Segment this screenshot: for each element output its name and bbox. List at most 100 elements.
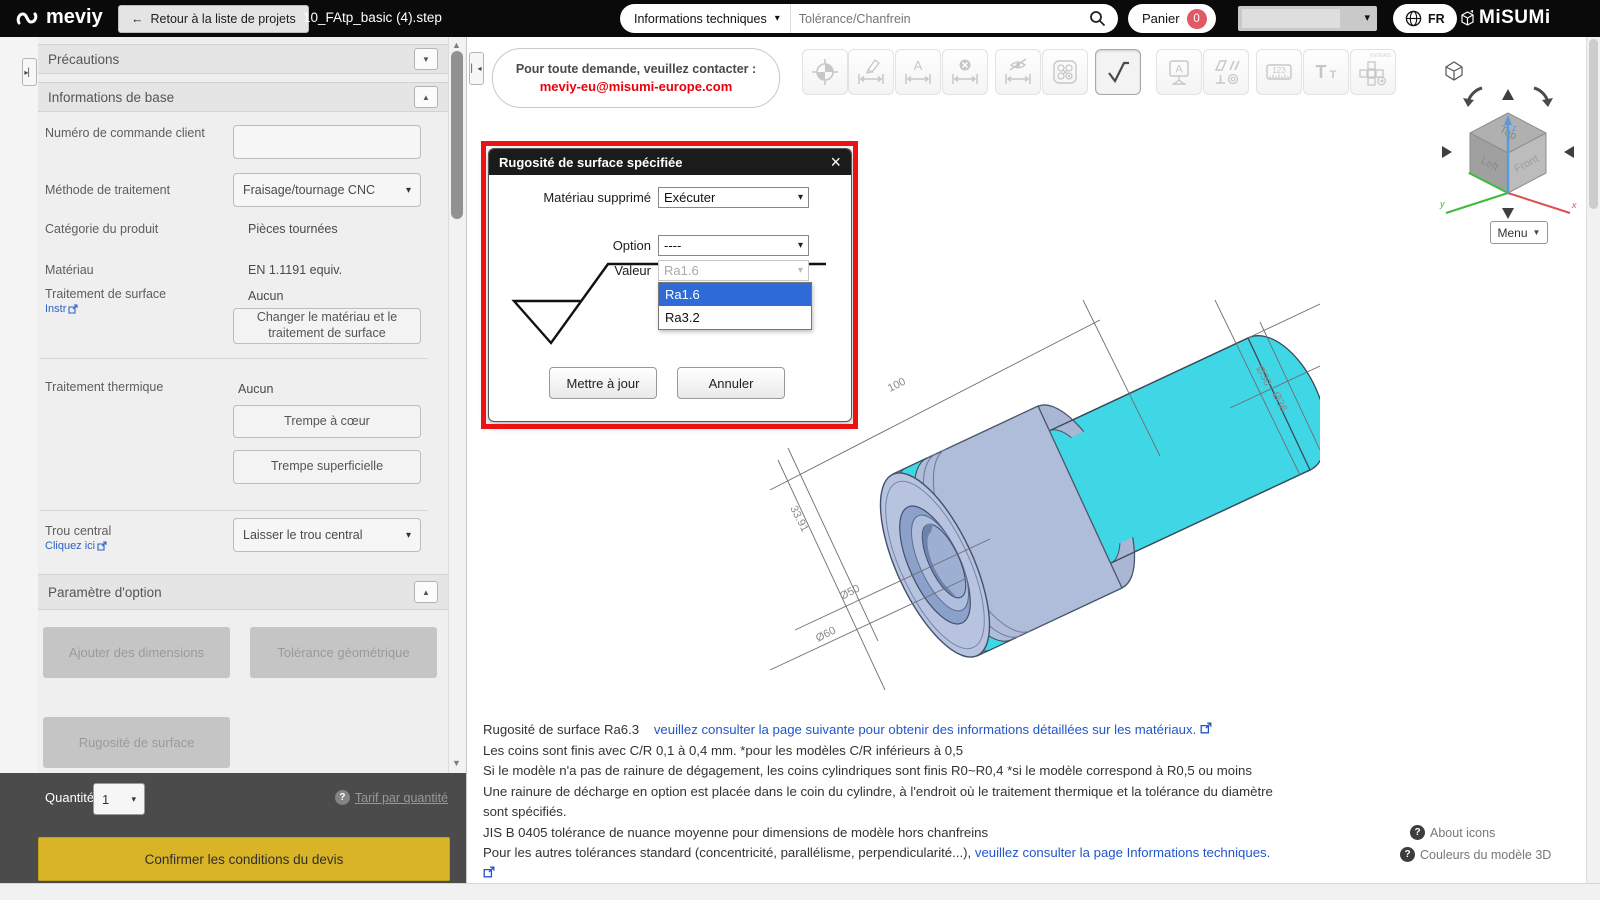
language-button[interactable]: FR [1393, 4, 1457, 33]
chevron-down-icon: ▾ [797, 240, 803, 251]
text-dimension-icon[interactable]: A [895, 49, 941, 95]
note-line: Pour les autres tolérances standard (con… [483, 843, 1283, 884]
organization-dropdown[interactable]: ▾ [1238, 6, 1377, 31]
sidebar-scrollbar-thumb[interactable] [451, 51, 463, 219]
update-button[interactable]: Mettre à jour [549, 367, 657, 399]
axis-y-label: y [1439, 199, 1445, 209]
page-scrollbar[interactable] [1586, 37, 1600, 900]
six-views-label: 6VIEWS [1370, 53, 1391, 59]
horizontal-scrollbar[interactable] [0, 883, 1600, 900]
geometric-tolerance-icon[interactable] [1203, 49, 1249, 95]
six-views-icon[interactable]: 6VIEWS [1350, 49, 1396, 95]
link-text: veuillez consulter la page Informations … [974, 845, 1271, 860]
product-category-value: Pièces tournées [248, 222, 338, 236]
model-colors[interactable]: ? Couleurs du modèle 3D [1400, 847, 1551, 862]
add-dimensions-label: Ajouter des dimensions [68, 645, 205, 660]
about-icons[interactable]: ? About icons [1410, 825, 1495, 840]
page-scrollbar-thumb[interactable] [1589, 39, 1598, 209]
meviy-logo[interactable]: meviy [16, 6, 103, 29]
rotate-right-side-icon[interactable] [1564, 146, 1574, 158]
panel-collapse-handle[interactable]: ▏◂ [469, 52, 484, 85]
cube-outline-icon[interactable] [1445, 61, 1463, 81]
value-current: Ra1.6 [664, 263, 699, 278]
svg-text:A: A [1175, 64, 1183, 76]
contact-text: Pour toute demande, veuillez contacter : [515, 62, 757, 76]
view-cube[interactable]: Top Left Front y x z [1432, 55, 1582, 235]
confirm-quote-button[interactable]: Confirmer les conditions du devis [38, 837, 450, 881]
change-material-button[interactable]: Changer le matériau et le traitement de … [233, 308, 421, 344]
option-value: ---- [664, 238, 682, 253]
dialog-title-bar[interactable]: Rugosité de surface spécifiée × [489, 149, 851, 175]
surface-hardening-button[interactable]: Trempe superficielle [233, 450, 421, 484]
order-number-input[interactable] [233, 125, 421, 159]
cancel-button[interactable]: Annuler [677, 367, 785, 399]
rotate-up-icon[interactable] [1502, 89, 1514, 100]
material-removed-select[interactable]: Exécuter ▾ [658, 187, 809, 208]
hide-dimension-icon[interactable] [995, 49, 1041, 95]
left-panel: ▸▏ Précautions ▼ Informations de base ▲ … [0, 37, 467, 883]
price-by-quantity-link[interactable]: Tarif par quantité [355, 791, 448, 805]
about-icons-label: About icons [1430, 825, 1496, 840]
section-basic-info[interactable]: Informations de base ▲ [38, 82, 448, 112]
collapse-toggle-icon[interactable]: ▲ [414, 86, 438, 108]
rotate-right-icon[interactable] [1533, 86, 1553, 107]
cart-button[interactable]: Panier 0 [1128, 4, 1216, 33]
contact-email-link[interactable]: meviy-eu@misumi-europe.com [540, 79, 733, 94]
cart-label: Panier [1142, 11, 1180, 26]
note-line: Rugosité de surface Ra6.3 veuillez consu… [483, 720, 1283, 741]
hole-group-icon[interactable] [1042, 49, 1088, 95]
dimension-values-icon[interactable]: 123 [1256, 49, 1302, 95]
surface-roughness-icon[interactable] [1095, 49, 1141, 95]
quantity-select[interactable]: 1 ▾ [93, 783, 145, 815]
surface-hardening-label: Trempe superficielle [270, 459, 384, 474]
add-dimensions-button[interactable]: Ajouter des dimensions [43, 627, 230, 678]
scroll-up-icon[interactable]: ▲ [452, 40, 461, 50]
brand-text: meviy [46, 6, 103, 28]
value-label: Valeur [614, 263, 651, 278]
rotate-down-icon[interactable] [1502, 208, 1514, 219]
section-option-parameters[interactable]: Paramètre d'option ▲ [38, 574, 448, 610]
datum-label-icon[interactable]: A [1156, 49, 1202, 95]
project-filename: 10_FAtp_basic (4).step [303, 10, 442, 25]
delete-dimension-icon[interactable] [942, 49, 988, 95]
help-icon: ? [1400, 847, 1415, 862]
edit-dimension-icon[interactable] [848, 49, 894, 95]
heat-treatment-value: Aucun [238, 382, 274, 396]
processing-method-select[interactable]: Fraisage/tournage CNC ▾ [233, 173, 421, 207]
search-icon[interactable] [1089, 10, 1106, 27]
back-to-projects-button[interactable]: ← Retour à la liste de projets [118, 5, 309, 33]
search-category-select[interactable]: Informations techniques ▾ [620, 4, 791, 33]
center-hole-link[interactable]: Cliquez ici [45, 540, 107, 552]
option-select[interactable]: ---- ▾ [658, 235, 809, 256]
collapse-toggle-icon[interactable]: ▼ [414, 48, 438, 70]
chevron-down-icon: ▾ [405, 529, 411, 541]
dropdown-option[interactable]: Ra3.2 [659, 306, 811, 329]
collapse-toggle-icon[interactable]: ▲ [414, 581, 438, 603]
section-precautions[interactable]: Précautions ▼ [38, 44, 448, 74]
surface-roughness-button[interactable]: Rugosité de surface [43, 717, 230, 768]
close-icon[interactable]: × [830, 153, 841, 171]
through-hardening-button[interactable]: Trempe à cœur [233, 405, 421, 438]
misumi-logo[interactable]: MiSUMi [1460, 7, 1551, 29]
note-text: Rugosité de surface Ra6.3 [483, 722, 640, 737]
materials-info-link[interactable]: veuillez consulter la page suivante pour… [654, 722, 1212, 737]
search-input[interactable] [790, 11, 1089, 26]
viewer-menu-button[interactable]: Menu ▼ [1490, 221, 1548, 244]
instr-link-label: Instr [45, 303, 67, 315]
scroll-down-icon[interactable]: ▼ [452, 758, 461, 768]
instr-link[interactable]: Instr [45, 303, 78, 315]
value-select[interactable]: Ra1.6 ▾ [658, 260, 809, 281]
back-arrow-icon: ← [131, 12, 144, 26]
change-material-label: Changer le matériau et le traitement de … [256, 310, 398, 340]
rotate-left-icon[interactable] [1463, 86, 1483, 107]
datum-target-icon[interactable] [802, 49, 848, 95]
search-bar: Informations techniques ▾ [620, 4, 1118, 33]
surface-treatment-value: Aucun [248, 289, 284, 303]
rotate-left-side-icon[interactable] [1442, 146, 1452, 158]
panel-expand-handle[interactable]: ▸▏ [22, 58, 37, 86]
dropdown-option[interactable]: Ra1.6 [659, 283, 811, 306]
surface-roughness-dialog: Rugosité de surface spécifiée × Matériau… [488, 148, 852, 422]
geometric-tolerance-button[interactable]: Tolérance géométrique [250, 627, 437, 678]
center-hole-select[interactable]: Laisser le trou central ▾ [233, 518, 421, 552]
text-size-icon[interactable]: TT [1303, 49, 1349, 95]
